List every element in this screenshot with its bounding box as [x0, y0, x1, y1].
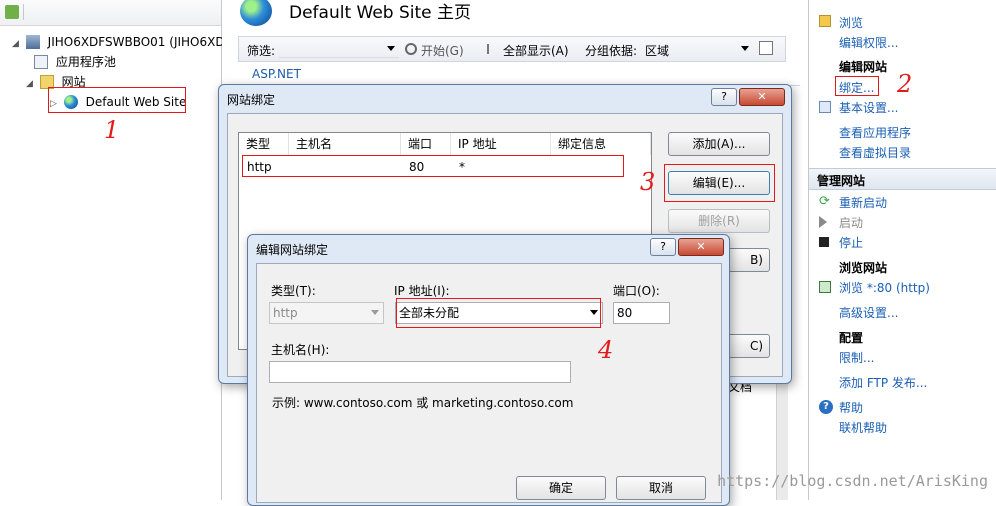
- action-view-apps[interactable]: 查看应用程序: [839, 124, 911, 141]
- col-host[interactable]: 主机名: [289, 133, 401, 155]
- chevron-down-icon: [741, 46, 749, 51]
- collapse-arrow-icon[interactable]: ◢: [12, 34, 22, 54]
- annotation-2: 2: [897, 70, 913, 98]
- ok-button[interactable]: 确定: [516, 476, 606, 500]
- port-input[interactable]: 80: [613, 302, 670, 324]
- close-button[interactable]: ✕: [678, 238, 724, 256]
- site-bindings-title: 网站绑定: [227, 93, 276, 107]
- edit-binding-title: 编辑网站绑定: [256, 243, 329, 257]
- ip-label: IP 地址(I):: [394, 284, 450, 298]
- annotation-box-2: [835, 76, 879, 96]
- port-value: 80: [617, 306, 633, 320]
- view-mode-icon[interactable]: [759, 41, 773, 55]
- show-all-icon: [487, 44, 495, 54]
- annotation-box-3: [664, 164, 775, 202]
- annotation-box-4: [396, 298, 601, 328]
- filter-label: 筛选:: [247, 44, 276, 58]
- action-browse[interactable]: 浏览: [839, 14, 863, 31]
- tree-item-server[interactable]: ◢ JIHO6XDFSWBBO01 (JIHO6XD: [12, 32, 225, 52]
- col-ip[interactable]: IP 地址: [451, 133, 551, 155]
- action-restart[interactable]: 重新启动: [839, 194, 887, 211]
- action-add-ftp[interactable]: 添加 FTP 发布...: [839, 374, 927, 391]
- filter-bar: 筛选: 开始(G) 全部显示(A) 分组依据: 区域: [238, 36, 786, 62]
- group-by-select[interactable]: 区域: [641, 39, 753, 59]
- port-label: 端口(O):: [613, 284, 660, 298]
- app-pool-icon: [34, 55, 48, 69]
- action-basic-settings[interactable]: 基本设置...: [839, 99, 898, 116]
- host-label: 主机名(H):: [271, 343, 330, 357]
- type-select: http: [269, 302, 384, 324]
- chevron-down-icon: [371, 310, 379, 315]
- server-icon: [25, 35, 40, 49]
- type-value: http: [273, 306, 298, 320]
- stop-icon: [819, 237, 829, 247]
- action-online-help[interactable]: 联机帮助: [839, 419, 887, 436]
- edit-site-header: 编辑网站: [839, 60, 888, 74]
- annotation-box-row: [242, 155, 624, 177]
- page-title: Default Web Site 主页: [289, 3, 472, 23]
- col-port[interactable]: 端口: [401, 133, 451, 155]
- action-advanced-settings[interactable]: 高级设置...: [839, 304, 898, 321]
- collapse-chevron-icon[interactable]: ▲: [817, 172, 989, 183]
- action-help[interactable]: 帮助: [839, 399, 863, 416]
- annotation-3: 3: [640, 168, 656, 196]
- connections-toolbar: [0, 0, 221, 26]
- help-icon: ?: [819, 400, 833, 414]
- col-binding-info[interactable]: 绑定信息: [551, 133, 651, 155]
- action-edit-permissions[interactable]: 编辑权限...: [839, 34, 898, 51]
- example-text: 示例: www.contoso.com 或 marketing.contoso.…: [272, 396, 574, 410]
- filter-input[interactable]: [279, 40, 399, 58]
- annotation-4: 4: [598, 336, 614, 364]
- group-by-label: 分组依据:: [585, 44, 638, 58]
- annotation-1: 1: [104, 116, 120, 144]
- connections-panel: ◢ JIHO6XDFSWBBO01 (JIHO6XD 应用程序池 ◢ 网站 ▷ …: [0, 0, 225, 500]
- action-stop[interactable]: 停止: [839, 234, 863, 251]
- host-name-input[interactable]: [269, 361, 571, 383]
- cancel-button[interactable]: 取消: [616, 476, 706, 500]
- action-limits[interactable]: 限制...: [839, 349, 874, 366]
- add-binding-button[interactable]: 添加(A)...: [668, 132, 770, 156]
- tree-item-server-label: JIHO6XDFSWBBO01 (JIHO6XD: [47, 35, 225, 49]
- tree-item-app-pools-label: 应用程序池: [55, 55, 116, 69]
- aspnet-section-header: ASP.NET: [240, 64, 800, 86]
- group-by-value: 区域: [645, 44, 670, 58]
- manage-site-section[interactable]: 管理网站 ▲: [809, 168, 996, 190]
- annotation-box-1: [48, 87, 186, 113]
- toolbar-divider: [23, 4, 24, 20]
- action-view-vdirs[interactable]: 查看虚拟目录: [839, 144, 911, 161]
- watermark: https://blog.csdn.net/ArisKing: [717, 472, 988, 490]
- restart-icon: ⟳: [819, 194, 830, 209]
- browse-site-header: 浏览网站: [839, 261, 888, 275]
- collapse-arrow-icon[interactable]: ◢: [26, 74, 36, 94]
- actions-panel: 浏览 编辑权限... 编辑网站 绑定... 2 基本设置... 查看应用程序 查…: [808, 0, 996, 500]
- aspnet-section-label: ASP.NET: [252, 67, 301, 81]
- browse-icon: [819, 15, 831, 27]
- tree-item-app-pools[interactable]: 应用程序池: [34, 52, 116, 72]
- binoculars-icon: [405, 43, 417, 55]
- show-all-button[interactable]: 全部显示(A): [503, 42, 569, 59]
- browse-site-icon: [819, 281, 831, 293]
- type-label: 类型(T):: [271, 284, 316, 298]
- start-icon: [819, 216, 827, 228]
- close-button[interactable]: ✕: [739, 88, 785, 106]
- chevron-down-icon: [387, 46, 395, 51]
- help-button[interactable]: ?: [650, 238, 676, 256]
- action-browse-port[interactable]: 浏览 *:80 (http): [839, 279, 930, 296]
- start-filter-button[interactable]: 开始(G): [421, 42, 464, 59]
- configure-header: 配置: [839, 331, 864, 345]
- connect-icon[interactable]: [5, 5, 19, 19]
- col-type[interactable]: 类型: [239, 133, 289, 155]
- action-start: 启动: [839, 216, 864, 230]
- remove-binding-button: 删除(R): [668, 209, 770, 233]
- help-button[interactable]: ?: [711, 88, 737, 106]
- settings-icon: [819, 101, 831, 113]
